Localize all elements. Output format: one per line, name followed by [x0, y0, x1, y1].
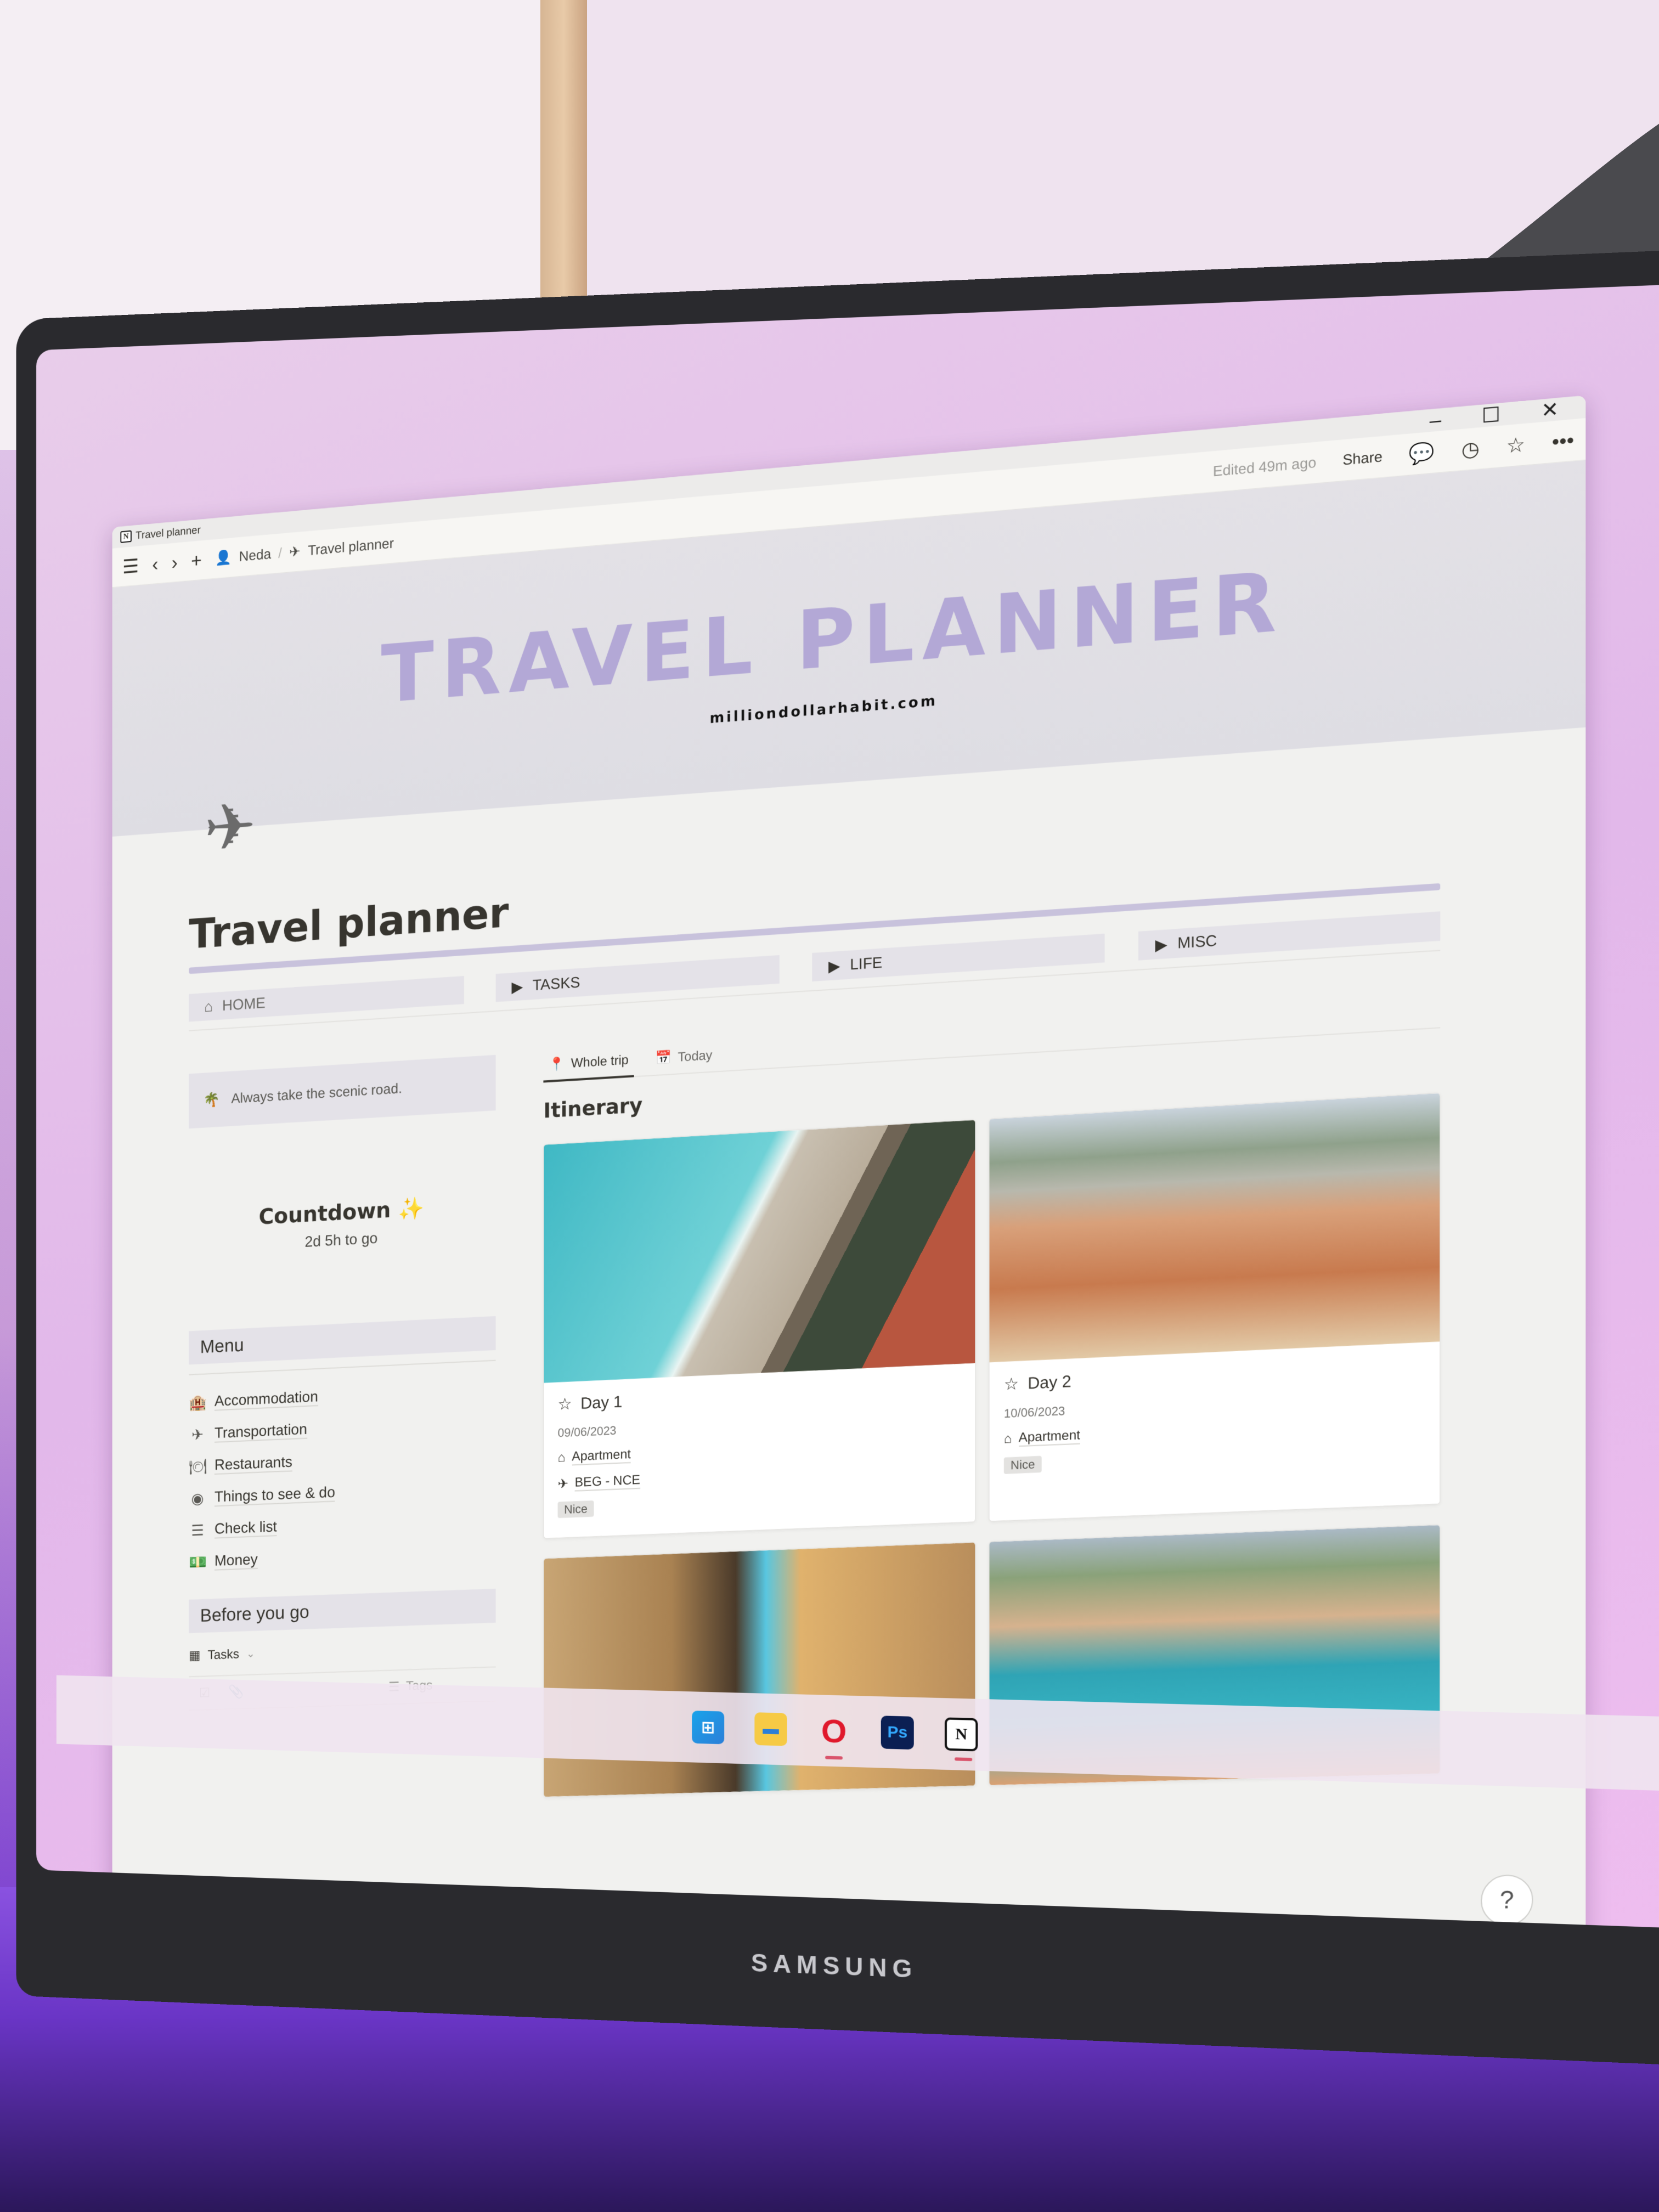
- card-accommodation-label: Apartment: [572, 1447, 631, 1466]
- breadcrumb-workspace[interactable]: Neda: [239, 546, 271, 565]
- monitor-brand-logo: SAMSUNG: [751, 1948, 918, 1983]
- favorite-star-icon[interactable]: ☆: [1506, 432, 1525, 458]
- countdown-widget: Countdown ✨ 2d 5h to go: [189, 1192, 495, 1257]
- callout-text: Always take the scenic road.: [231, 1080, 402, 1107]
- breadcrumb-page[interactable]: Travel planner: [308, 535, 394, 559]
- user-avatar-icon: 👤: [215, 549, 232, 567]
- nav-tasks-label: TASKS: [532, 973, 580, 994]
- back-arrow-icon[interactable]: ‹: [152, 552, 158, 575]
- forward-arrow-icon[interactable]: ›: [172, 551, 178, 574]
- tab-label: Today: [678, 1047, 713, 1065]
- card-transport[interactable]: ✈ BEG - NCE: [558, 1459, 961, 1492]
- file-explorer-icon[interactable]: ▬: [754, 1712, 787, 1746]
- building-icon: 🏨: [189, 1393, 207, 1412]
- airplane-icon[interactable]: ✈: [204, 788, 256, 866]
- card-title: ☆ Day 2: [1004, 1356, 1425, 1394]
- home-icon: ⌂: [204, 997, 213, 1015]
- menu-item-label: Things to see & do: [214, 1483, 335, 1507]
- window-title: Travel planner: [136, 523, 201, 541]
- airplane-icon: ✈: [289, 543, 301, 560]
- sidebar-menu-icon[interactable]: ☰: [122, 554, 139, 578]
- airplane-icon: ✈: [557, 1476, 569, 1492]
- dining-icon: 🍽: [189, 1458, 207, 1475]
- star-icon: ☆: [557, 1395, 572, 1414]
- card-cover-image-beach: [544, 1120, 975, 1383]
- card-cover-image-city: [989, 1093, 1440, 1363]
- menu-item-label: Accommodation: [214, 1387, 318, 1411]
- photoshop-icon[interactable]: Ps: [881, 1716, 914, 1750]
- history-clock-icon[interactable]: ◷: [1462, 436, 1480, 461]
- itinerary-column: 📍 Whole trip 📅 Today Itinerary ☆ Day 1 0…: [543, 996, 1441, 1798]
- airplane-icon: ✈: [191, 1426, 204, 1443]
- menu-item-label: Check list: [214, 1518, 277, 1539]
- tab-label: Whole trip: [571, 1052, 629, 1071]
- cover-subtitle: milliondollarhabit.com: [709, 692, 938, 727]
- card-body: ☆ Day 2 10/06/2023 ⌂ Apartment Nice: [990, 1342, 1440, 1495]
- eye-icon: ◉: [191, 1489, 204, 1507]
- sparkles-icon: ✨: [398, 1195, 425, 1222]
- toggle-triangle-icon[interactable]: ▶: [511, 977, 523, 996]
- location-tag: Nice: [1003, 1455, 1042, 1474]
- card-accommodation-label: Apartment: [1018, 1427, 1081, 1447]
- money-icon: 💵: [189, 1553, 207, 1571]
- last-edited-text: Edited 49m ago: [1212, 454, 1317, 480]
- gallery-card-day-2[interactable]: ☆ Day 2 10/06/2023 ⌂ Apartment Nice: [989, 1092, 1441, 1522]
- help-button[interactable]: ?: [1481, 1874, 1533, 1927]
- tab-whole-trip[interactable]: 📍 Whole trip: [543, 1046, 634, 1083]
- countdown-title-text: Countdown: [258, 1198, 391, 1230]
- chevron-down-icon: ⌄: [246, 1647, 255, 1660]
- notion-app-icon[interactable]: N: [944, 1717, 978, 1752]
- screen: N Travel planner – ☐ ✕ ☰ ‹ › + 👤 Neda / …: [36, 283, 1659, 1929]
- share-button[interactable]: Share: [1342, 448, 1383, 469]
- minimize-button[interactable]: –: [1430, 408, 1441, 432]
- tasks-view-selector[interactable]: ▦ Tasks ⌄: [189, 1638, 495, 1663]
- star-icon: ☆: [1003, 1375, 1019, 1394]
- list-icon: ☰: [191, 1521, 204, 1539]
- cover-title: TRAVEL PLANNER: [381, 553, 1285, 721]
- tab-today[interactable]: 📅 Today: [650, 1041, 718, 1075]
- quote-callout: 🌴 Always take the scenic road.: [189, 1054, 496, 1129]
- home-icon: ⌂: [1003, 1431, 1012, 1447]
- close-button[interactable]: ✕: [1541, 397, 1559, 422]
- nav-misc-label: MISC: [1177, 932, 1217, 952]
- card-body: ☆ Day 1 09/06/2023 ⌂ Apartment ✈ BEG - N…: [544, 1363, 975, 1538]
- comments-icon[interactable]: 💬: [1409, 440, 1435, 466]
- before-you-go-heading: Before you go: [189, 1588, 496, 1633]
- gallery-card-day-1[interactable]: ☆ Day 1 09/06/2023 ⌂ Apartment ✈ BEG - N…: [543, 1119, 976, 1539]
- page-content: ✈ Travel planner ⌂ HOME ▶ TASKS ▶ LIFE ▶…: [112, 727, 1586, 1809]
- nav-home-label: HOME: [222, 994, 266, 1014]
- toggle-triangle-icon[interactable]: ▶: [828, 956, 840, 975]
- menu-item-label: Transportation: [214, 1420, 307, 1443]
- map-pin-icon: 📍: [549, 1056, 565, 1073]
- breadcrumb: 👤 Neda / ✈ Travel planner: [215, 535, 394, 567]
- notion-logo-icon: N: [120, 530, 132, 543]
- tasks-view-label: Tasks: [207, 1646, 239, 1662]
- nav-life-label: LIFE: [850, 953, 883, 973]
- menu-heading: Menu: [189, 1316, 496, 1365]
- start-button-icon[interactable]: ⊞: [692, 1711, 725, 1745]
- card-title-text: Day 2: [1028, 1372, 1071, 1393]
- monitor: N Travel planner – ☐ ✕ ☰ ‹ › + 👤 Neda / …: [16, 248, 1659, 2067]
- toggle-triangle-icon[interactable]: ▶: [1155, 935, 1167, 954]
- menu-item-label: Restaurants: [214, 1453, 292, 1475]
- location-tag: Nice: [557, 1500, 594, 1519]
- opera-browser-icon[interactable]: O: [817, 1712, 850, 1750]
- home-icon: ⌂: [557, 1450, 566, 1465]
- breadcrumb-separator: /: [278, 544, 283, 561]
- menu-item-label: Money: [214, 1550, 258, 1571]
- card-title-text: Day 1: [580, 1392, 623, 1413]
- maximize-button[interactable]: ☐: [1482, 403, 1500, 428]
- palm-tree-icon: 🌴: [203, 1091, 220, 1108]
- more-dots-icon[interactable]: •••: [1552, 428, 1574, 454]
- table-icon: ▦: [189, 1648, 201, 1663]
- card-title: ☆ Day 1: [558, 1377, 961, 1414]
- card-transport-label: BEG - NCE: [574, 1472, 641, 1492]
- menu-list: 🏨 Accommodation ✈ Transportation 🍽 Resta…: [189, 1373, 495, 1578]
- calendar-icon: 📅: [655, 1050, 672, 1066]
- new-page-plus-icon[interactable]: +: [191, 549, 202, 572]
